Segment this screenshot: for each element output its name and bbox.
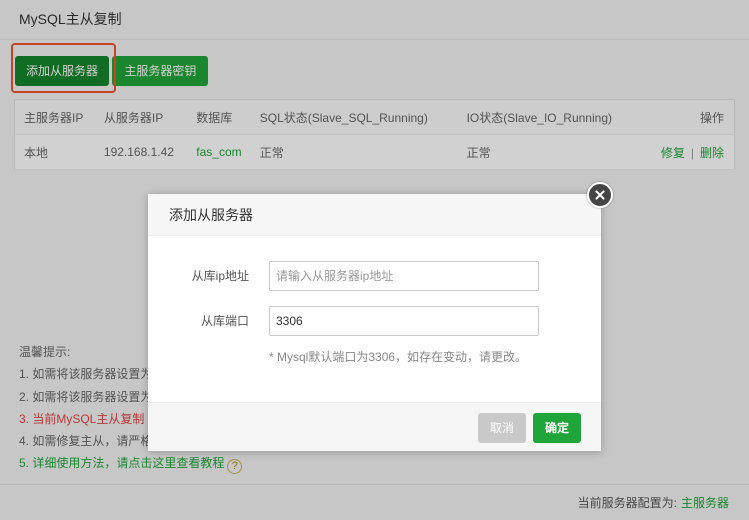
close-icon[interactable] xyxy=(587,182,613,208)
cancel-button[interactable]: 取消 xyxy=(478,413,526,443)
port-hint: * Mysql默认端口为3306，如存在变动，请更改。 xyxy=(269,350,528,364)
dialog-footer: 取消 确定 xyxy=(148,402,601,451)
dialog-title: 添加从服务器 xyxy=(148,194,601,236)
add-slave-dialog: 添加从服务器 从库ip地址 从库端口 * Mysql默认端口为3306，如存在变… xyxy=(148,182,613,451)
slave-ip-input[interactable] xyxy=(269,261,539,291)
slave-port-input[interactable] xyxy=(269,306,539,336)
slave-port-label: 从库端口 xyxy=(200,314,249,328)
confirm-button[interactable]: 确定 xyxy=(533,413,581,443)
slave-ip-label: 从库ip地址 xyxy=(191,269,249,283)
